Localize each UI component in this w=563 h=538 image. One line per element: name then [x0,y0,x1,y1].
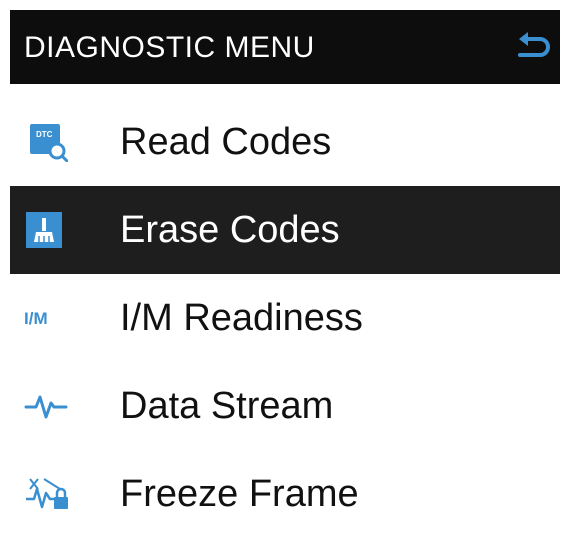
menu-item-data-stream[interactable]: Data Stream [10,362,560,450]
icon-slot [10,450,80,538]
menu-item-label: I/M Readiness [120,297,363,339]
menu-item-label: Read Codes [120,121,332,163]
frozen-waveform-lock-icon [26,478,68,509]
menu-item-label: Freeze Frame [120,473,359,515]
diagnostic-menu-screen: DIAGNOSTIC MENU DTC Read Codes Erase Cod… [0,0,563,538]
icon-slot [10,186,80,274]
menu-item-label: Erase Codes [120,209,340,251]
menu-item-read-codes[interactable]: DTC Read Codes [10,98,560,186]
diagnostic-menu-list: DTC Read Codes Erase Codes I/M I/M Readi… [10,98,560,538]
im-icon: I/M [24,309,48,328]
icon-slot: I/M [10,274,80,362]
icon-slot: DTC [10,98,80,186]
header-bar: DIAGNOSTIC MENU [10,10,560,84]
back-button[interactable] [514,30,552,64]
svg-text:DTC: DTC [36,130,53,139]
page-title: DIAGNOSTIC MENU [24,31,315,64]
menu-item-im-readiness[interactable]: I/M I/M Readiness [10,274,560,362]
dtc-magnifier-icon: DTC [30,124,68,162]
menu-item-freeze-frame[interactable]: Freeze Frame [10,450,560,538]
menu-item-erase-codes[interactable]: Erase Codes [10,186,560,274]
icon-slot [10,362,80,450]
return-arrow-icon [518,32,550,57]
svg-text:I/M: I/M [24,309,48,328]
menu-item-label: Data Stream [120,385,334,427]
broom-icon [26,212,62,248]
waveform-icon [24,395,68,419]
